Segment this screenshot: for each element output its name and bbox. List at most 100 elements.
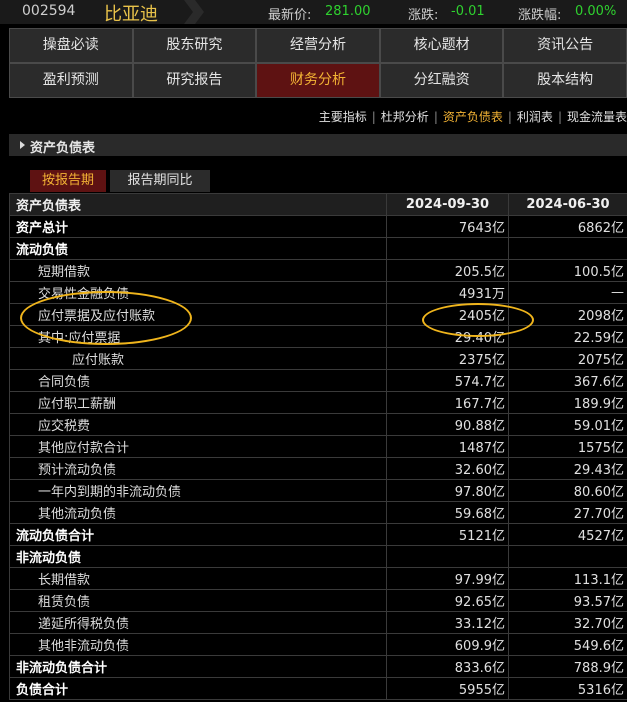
row-label: 应付职工薪酬	[9, 391, 387, 414]
row-label: 长期借款	[9, 567, 387, 590]
row-value-2024-09-30: 1487亿	[386, 435, 509, 458]
row-value-2024-09-30: 33.12亿	[386, 611, 509, 634]
row-value-2024-06-30: 93.57亿	[508, 589, 627, 612]
row-value-2024-09-30	[386, 237, 509, 260]
row-value-2024-09-30: 2405亿	[386, 303, 509, 326]
nav-item-caopan[interactable]: 操盘必读	[9, 28, 133, 63]
subnav-separator: |	[507, 110, 512, 124]
change-label: 涨跌:	[408, 8, 439, 23]
table-row[interactable]: 非流动负债	[9, 545, 627, 568]
table-row[interactable]: 应交税费 90.88亿 59.01亿	[9, 413, 627, 436]
table-row[interactable]: 预计流动负债 32.60亿 29.43亿	[9, 457, 627, 480]
period-tabs: 按报告期 报告期同比	[30, 170, 210, 192]
nav-item-yanjiu[interactable]: 研究报告	[132, 63, 257, 98]
row-label: 应付账款	[9, 347, 387, 370]
row-value-2024-09-30: 32.60亿	[386, 457, 509, 480]
row-value-2024-09-30: 205.5亿	[386, 259, 509, 282]
table-row[interactable]: 其他应付款合计 1487亿 1575亿	[9, 435, 627, 458]
row-value-2024-09-30: 59.68亿	[386, 501, 509, 524]
table-row[interactable]: 应付账款 2375亿 2075亿	[9, 347, 627, 370]
table-row[interactable]: 流动负债	[9, 237, 627, 260]
row-label: 资产总计	[9, 215, 387, 238]
table-row[interactable]: 流动负债合计 5121亿 4527亿	[9, 523, 627, 546]
nav-item-zixun[interactable]: 资讯公告	[503, 28, 627, 63]
table-row[interactable]: 租赁负债 92.65亿 93.57亿	[9, 589, 627, 612]
nav-item-ticai[interactable]: 核心题材	[379, 28, 504, 63]
row-label: 短期借款	[9, 259, 387, 282]
caret-right-icon	[20, 141, 25, 149]
nav-item-yingli[interactable]: 盈利预测	[9, 63, 133, 98]
table-row[interactable]: 短期借款 205.5亿 100.5亿	[9, 259, 627, 282]
row-value-2024-09-30: 2375亿	[386, 347, 509, 370]
nav-item-guben[interactable]: 股本结构	[503, 63, 627, 98]
row-value-2024-06-30: 32.70亿	[508, 611, 627, 634]
row-value-2024-06-30: 4527亿	[508, 523, 627, 546]
table-body: 资产总计 7643亿 6862亿 流动负债 短期借款 205.5亿 100.5亿 交易性金融负…	[9, 215, 627, 700]
column-header-date[interactable]: 2024-09-30	[386, 193, 509, 216]
table-row[interactable]: 其中:应付票据 29.40亿 22.59亿	[9, 325, 627, 348]
sub-nav: 主要指标 | 杜邦分析 | 资产负债表 | 利润表 | 现金流量表	[319, 108, 627, 128]
change-value: -0.01	[451, 4, 485, 19]
row-value-2024-06-30: 788.9亿	[508, 655, 627, 678]
row-value-2024-09-30: 167.7亿	[386, 391, 509, 414]
row-value-2024-06-30: 59.01亿	[508, 413, 627, 436]
row-value-2024-06-30: 29.43亿	[508, 457, 627, 480]
nav-item-fenhong[interactable]: 分红融资	[379, 63, 504, 98]
row-value-2024-06-30: 113.1亿	[508, 567, 627, 590]
tab-by-period[interactable]: 按报告期	[30, 170, 106, 192]
table-row[interactable]: 资产总计 7643亿 6862亿	[9, 215, 627, 238]
table-header-row: 资产负债表 2024-09-30 2024-06-30	[9, 193, 627, 216]
row-value-2024-09-30: 90.88亿	[386, 413, 509, 436]
subnav-separator: |	[557, 110, 562, 124]
price-value: 281.00	[325, 4, 371, 19]
subnav-lirun[interactable]: 利润表	[517, 110, 553, 124]
row-value-2024-06-30: 100.5亿	[508, 259, 627, 282]
row-value-2024-09-30: 4931万	[386, 281, 509, 304]
subnav-zhibiao[interactable]: 主要指标	[319, 110, 367, 124]
row-value-2024-06-30: 80.60亿	[508, 479, 627, 502]
row-label: 应交税费	[9, 413, 387, 436]
nav-item-gudong[interactable]: 股东研究	[132, 28, 257, 63]
pct-label: 涨跌幅:	[518, 8, 562, 23]
subnav-separator: |	[371, 110, 376, 124]
table-row[interactable]: 一年内到期的非流动负债 97.80亿 80.60亿	[9, 479, 627, 502]
stock-name[interactable]: 比亚迪	[104, 0, 158, 26]
section-header[interactable]: 资产负债表	[9, 134, 627, 156]
row-value-2024-06-30: 6862亿	[508, 215, 627, 238]
table-row[interactable]: 交易性金融负债 4931万 —	[9, 281, 627, 304]
table-row[interactable]: 其他流动负债 59.68亿 27.70亿	[9, 501, 627, 524]
table-row[interactable]: 递延所得税负债 33.12亿 32.70亿	[9, 611, 627, 634]
table-row[interactable]: 合同负债 574.7亿 367.6亿	[9, 369, 627, 392]
row-value-2024-06-30: 189.9亿	[508, 391, 627, 414]
section-title: 资产负债表	[30, 141, 96, 156]
table-row[interactable]: 其他非流动负债 609.9亿 549.6亿	[9, 633, 627, 656]
row-label: 租赁负债	[9, 589, 387, 612]
row-value-2024-06-30: 2098亿	[508, 303, 627, 326]
row-label: 合同负债	[9, 369, 387, 392]
row-label: 其中:应付票据	[9, 325, 387, 348]
pct-value: 0.00%	[575, 4, 617, 19]
column-header-date[interactable]: 2024-06-30	[508, 193, 627, 216]
table-row[interactable]: 应付职工薪酬 167.7亿 189.9亿	[9, 391, 627, 414]
table-row[interactable]: 应付票据及应付账款 2405亿 2098亿	[9, 303, 627, 326]
nav-row-2: 盈利预测 研究报告 财务分析 分红融资 股本结构	[9, 63, 627, 98]
row-value-2024-09-30: 609.9亿	[386, 633, 509, 656]
row-label: 负债合计	[9, 677, 387, 700]
tab-yoy[interactable]: 报告期同比	[110, 170, 210, 192]
table-row[interactable]: 非流动负债合计 833.6亿 788.9亿	[9, 655, 627, 678]
row-value-2024-06-30: 1575亿	[508, 435, 627, 458]
subnav-xianjin[interactable]: 现金流量表	[567, 110, 627, 124]
row-label: 流动负债合计	[9, 523, 387, 546]
table-row[interactable]: 负债合计 5955亿 5316亿	[9, 677, 627, 700]
subnav-dubang[interactable]: 杜邦分析	[381, 110, 429, 124]
row-value-2024-09-30: 833.6亿	[386, 655, 509, 678]
row-value-2024-09-30: 574.7亿	[386, 369, 509, 392]
row-value-2024-09-30: 5121亿	[386, 523, 509, 546]
nav-item-caiwu[interactable]: 财务分析	[256, 63, 380, 98]
table-row[interactable]: 长期借款 97.99亿 113.1亿	[9, 567, 627, 590]
nav-item-jingying[interactable]: 经营分析	[256, 28, 380, 63]
nav-row-1: 操盘必读 股东研究 经营分析 核心题材 资讯公告	[9, 28, 627, 63]
row-value-2024-06-30	[508, 237, 627, 260]
subnav-zichan[interactable]: 资产负债表	[443, 110, 503, 124]
row-value-2024-06-30: 27.70亿	[508, 501, 627, 524]
